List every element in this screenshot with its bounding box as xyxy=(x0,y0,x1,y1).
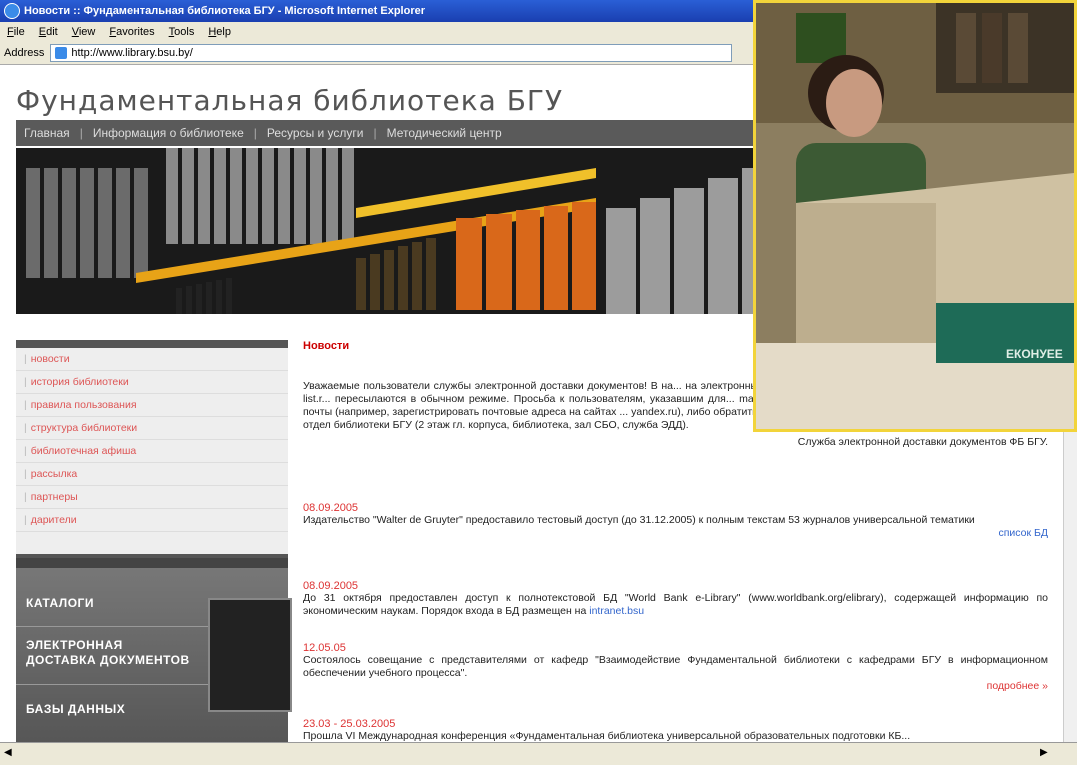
nav-separator: | xyxy=(373,126,377,140)
sidebar-item-donors[interactable]: дарители xyxy=(16,509,288,532)
sidebar-item-mailing[interactable]: рассылка xyxy=(16,463,288,486)
horizontal-scrollbar[interactable]: ◀ ▶ xyxy=(0,742,1077,765)
news-text: Прошла VI Международная конференция «Фун… xyxy=(303,730,911,742)
nav-home[interactable]: Главная xyxy=(24,126,70,140)
ie-logo-icon xyxy=(4,3,20,19)
address-url[interactable]: http://www.library.bsu.by/ xyxy=(71,47,192,59)
photo-sign-text: ЕКОНУЕЕ xyxy=(1006,347,1063,361)
sidebar-menu: новости история библиотеки правила польз… xyxy=(16,340,288,560)
promo-edd-line1[interactable]: ЭЛЕКТРОННАЯ xyxy=(26,638,123,653)
nav-separator: | xyxy=(253,126,257,140)
page-icon xyxy=(55,47,68,59)
news-link-more[interactable]: подробнее » xyxy=(303,680,1048,693)
promo-catalogs-link[interactable]: КАТАЛОГИ xyxy=(26,596,94,611)
news-date: 08.09.2005 xyxy=(303,580,359,592)
nav-methodical[interactable]: Методический центр xyxy=(387,126,502,140)
news-item: 12.05.05 Состоялось совещание с представ… xyxy=(303,642,1048,693)
news-text: До 31 октября предоставлен доступ к полн… xyxy=(303,592,1048,617)
photo-graphic: ЕКОНУЕЕ xyxy=(756,3,1074,429)
site-title: Фундаментальная библиотека БГУ xyxy=(16,84,564,117)
sidebar-item-history[interactable]: история библиотеки xyxy=(16,371,288,394)
news-link-db-list[interactable]: список БД xyxy=(303,527,1048,540)
nav-separator: | xyxy=(79,126,83,140)
window-title: Новости :: Фундаментальная библиотека БГ… xyxy=(24,5,425,17)
menu-tools[interactable]: Tools xyxy=(169,26,195,38)
address-input[interactable]: http://www.library.bsu.by/ xyxy=(50,44,733,62)
news-item: 08.09.2005 До 31 октября предоставлен до… xyxy=(303,580,1048,618)
promo-divider xyxy=(16,684,216,685)
library-desk-photo: ЕКОНУЕЕ xyxy=(753,0,1077,432)
scroll-left-arrow-icon[interactable]: ◀ xyxy=(4,747,12,758)
news-item: 23.03 - 25.03.2005 Прошла VI Международн… xyxy=(303,718,1048,742)
menu-help[interactable]: Help xyxy=(208,26,231,38)
news-text: Издательство "Walter de Gruyter" предост… xyxy=(303,514,975,526)
sidebar-item-news[interactable]: новости xyxy=(16,348,288,371)
nav-resources[interactable]: Ресурсы и услуги xyxy=(267,126,364,140)
news-item: 08.09.2005 Издательство "Walter de Gruyt… xyxy=(303,502,1048,540)
promo-divider xyxy=(16,626,216,627)
sidebar-item-events[interactable]: библиотечная афиша xyxy=(16,440,288,463)
news-signature: Служба электронной доставки документов Ф… xyxy=(797,436,1048,448)
intranet-link[interactable]: intranet.bsu xyxy=(589,605,644,617)
promo-edd-line2[interactable]: ДОСТАВКА ДОКУМЕНТОВ xyxy=(26,653,190,668)
menu-favorites[interactable]: Favorites xyxy=(109,26,154,38)
sidebar-item-partners[interactable]: партнеры xyxy=(16,486,288,509)
sidebar-item-structure[interactable]: структура библиотеки xyxy=(16,417,288,440)
menu-edit[interactable]: Edit xyxy=(39,26,58,38)
nav-library-info[interactable]: Информация о библиотеке xyxy=(93,126,244,140)
menu-view[interactable]: View xyxy=(72,26,96,38)
news-date: 08.09.2005 xyxy=(303,502,359,514)
menu-file[interactable]: File xyxy=(7,26,25,38)
promo-panel: КАТАЛОГИ ЭЛЕКТРОННАЯ ДОСТАВКА ДОКУМЕНТОВ… xyxy=(16,558,292,742)
news-heading: Новости xyxy=(303,340,350,352)
address-label: Address xyxy=(4,47,45,59)
laptop-image xyxy=(208,598,292,712)
news-date: 23.03 - 25.03.2005 xyxy=(303,718,396,730)
scroll-right-arrow-icon[interactable]: ▶ xyxy=(1040,747,1048,758)
promo-databases-link[interactable]: БАЗЫ ДАННЫХ xyxy=(26,702,125,717)
news-text: Состоялось совещание с представителями о… xyxy=(303,654,1048,679)
sidebar-item-rules[interactable]: правила пользования xyxy=(16,394,288,417)
news-date: 12.05.05 xyxy=(303,642,346,654)
